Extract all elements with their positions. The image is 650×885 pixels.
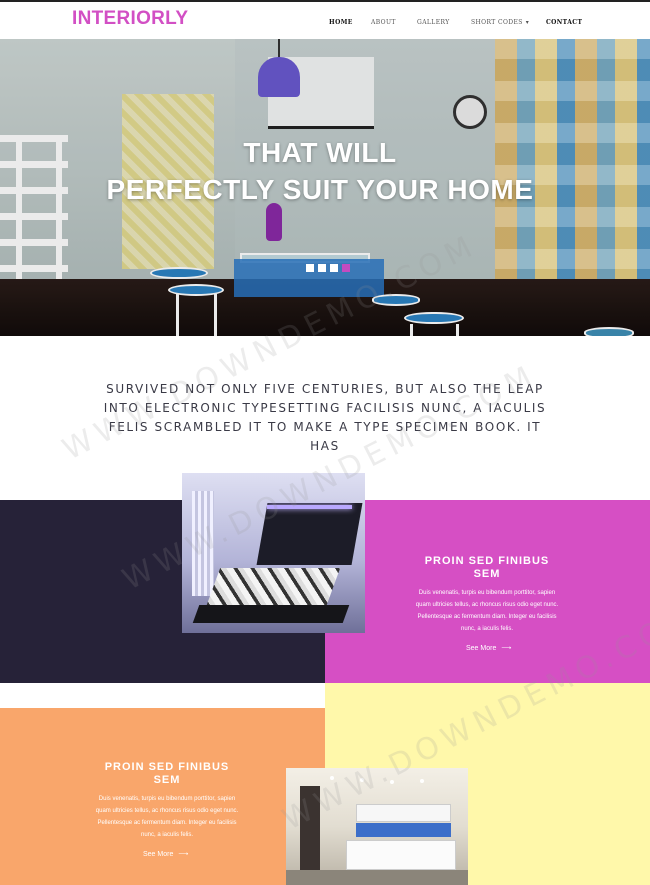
block1-text: Duis venenatis, turpis eu bibendum portt… [415, 590, 559, 632]
slider-dot-2[interactable] [318, 264, 326, 272]
kitchen-backsplash [356, 823, 451, 837]
kitchen-counter [346, 840, 456, 870]
hero-slider: THAT WILL PERFECTLY SUIT YOUR HOME [0, 39, 650, 336]
nav-about[interactable]: ABOUT [371, 19, 396, 26]
block2-title: PROIN SED FINIBUS SEM [104, 761, 230, 786]
nav-contact[interactable]: CONTACT [546, 19, 582, 26]
hero-title-line2: PERFECTLY SUIT YOUR HOME [106, 174, 534, 205]
slider-dot-4[interactable] [342, 264, 350, 272]
slider-dot-1[interactable] [306, 264, 314, 272]
kitchen-floor [286, 870, 468, 885]
block1-see-more-link[interactable]: See More ⟶ [466, 644, 511, 652]
site-header: INTERIORLY HOME ABOUT GALLERY SHORT CODE… [0, 2, 650, 39]
block2-see-more-label: See More [143, 851, 174, 858]
block2-see-more-link[interactable]: See More ⟶ [143, 850, 188, 858]
block2-text: Duis venenatis, turpis eu bibendum portt… [95, 796, 239, 838]
main-nav: HOME ABOUT GALLERY SHORT CODES ▾ CONTACT [0, 19, 650, 31]
hero-title-line1: THAT WILL [243, 137, 397, 168]
bedroom-bed-base [192, 605, 350, 623]
nav-gallery[interactable]: GALLERY [417, 19, 450, 26]
arrow-right-icon: ⟶ [501, 645, 512, 652]
block1-see-more-label: See More [466, 645, 497, 652]
block1-title: PROIN SED FINIBUS SEM [424, 555, 550, 580]
kitchen-upper-cabinets [356, 804, 451, 822]
nav-short-codes[interactable]: SHORT CODES ▾ [471, 19, 529, 26]
white-gap [0, 683, 325, 708]
nav-short-codes-label: SHORT CODES [471, 19, 523, 26]
chevron-down-icon: ▾ [525, 19, 530, 26]
nav-home[interactable]: HOME [329, 19, 353, 26]
arrow-right-icon: ⟶ [178, 851, 189, 858]
slider-dot-3[interactable] [330, 264, 338, 272]
